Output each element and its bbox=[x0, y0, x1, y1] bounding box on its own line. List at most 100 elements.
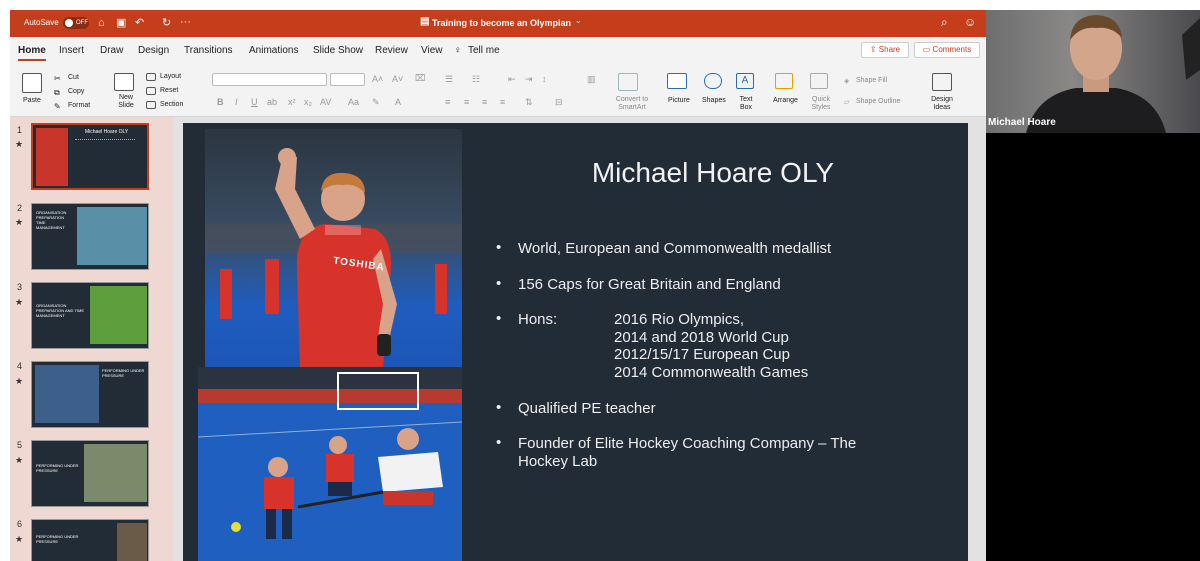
change-case-icon[interactable]: Aa bbox=[348, 97, 359, 107]
highlight-icon[interactable]: ✎ bbox=[372, 97, 380, 108]
tab-home[interactable]: Home bbox=[18, 45, 46, 61]
honour-item: 2014 Commonwealth Games bbox=[614, 363, 809, 381]
bullet-1[interactable]: • World, European and Commonwealth medall… bbox=[496, 239, 832, 257]
font-size-input[interactable] bbox=[330, 73, 365, 86]
bullet-5[interactable]: • Founder of Elite Hockey Coaching Compan… bbox=[496, 434, 856, 471]
shapes-button[interactable]: Shapes bbox=[702, 97, 726, 104]
quick-styles-button[interactable]: Quick Styles bbox=[810, 96, 832, 112]
thumbnail-title: Michael Hoare OLY bbox=[85, 129, 129, 135]
align-right-icon[interactable]: ≡ bbox=[482, 97, 487, 107]
convert-smartart-button[interactable]: Convert to SmartArt bbox=[612, 96, 652, 112]
tab-view[interactable]: View bbox=[421, 45, 443, 56]
comments-button[interactable]: ▭ Comments bbox=[914, 42, 980, 58]
thumbnail-2-image[interactable]: ORGANISATION PREPARATION TIME MANAGEMENT bbox=[31, 203, 149, 270]
redo-icon[interactable]: ↻ bbox=[162, 16, 171, 29]
arrange-icon[interactable] bbox=[775, 73, 793, 89]
paste-icon[interactable] bbox=[22, 73, 42, 93]
char-spacing-icon[interactable]: AV bbox=[320, 97, 331, 107]
tab-draw[interactable]: Draw bbox=[100, 45, 123, 56]
thumbnail-number: 5 bbox=[17, 440, 23, 450]
thumbnail-6-image[interactable]: PERFORMING UNDER PRESSURE bbox=[31, 519, 149, 561]
coaching-illustration bbox=[198, 367, 462, 539]
font-color-icon[interactable]: A bbox=[395, 97, 401, 107]
underline-icon[interactable]: U bbox=[251, 97, 258, 107]
font-name-input[interactable] bbox=[212, 73, 327, 86]
bullet-1-text: World, European and Commonwealth medalli… bbox=[518, 240, 832, 257]
autosave-toggle[interactable]: OFF bbox=[63, 17, 89, 29]
bullet-3[interactable]: • Hons: bbox=[496, 310, 557, 328]
undo-icon[interactable]: ↶ bbox=[135, 16, 144, 29]
arrange-button[interactable]: Arrange bbox=[773, 97, 798, 104]
increase-indent-icon[interactable]: ⇥ bbox=[525, 74, 533, 85]
superscript-icon[interactable]: x² bbox=[288, 97, 296, 107]
reset-button[interactable]: Reset bbox=[160, 87, 178, 94]
more-icon[interactable]: ··· bbox=[180, 16, 191, 28]
layout-button[interactable]: Layout bbox=[160, 73, 181, 80]
shapes-icon[interactable] bbox=[704, 73, 722, 89]
align-text-icon[interactable]: ⊟ bbox=[555, 97, 563, 108]
thumbnail-4-image[interactable]: PERFORMING UNDER PRESSURE bbox=[31, 361, 149, 428]
tab-review[interactable]: Review bbox=[375, 45, 408, 56]
font-shrink-icon[interactable]: A˅ bbox=[392, 74, 403, 84]
thumbnail-5-image[interactable]: PERFORMING UNDER PRESSURE bbox=[31, 440, 149, 507]
shape-outline-button[interactable]: Shape Outline bbox=[856, 98, 900, 105]
tab-transitions[interactable]: Transitions bbox=[184, 45, 233, 56]
bullet-4[interactable]: • Qualified PE teacher bbox=[496, 399, 656, 417]
font-grow-icon[interactable]: A˄ bbox=[372, 74, 383, 84]
text-box-icon[interactable]: A bbox=[736, 73, 754, 89]
slide-title[interactable]: Michael Hoare OLY bbox=[483, 157, 943, 189]
chevron-down-icon[interactable]: ⌄ bbox=[575, 16, 582, 25]
paste-button[interactable]: Paste bbox=[23, 97, 41, 104]
tab-animations[interactable]: Animations bbox=[249, 45, 298, 56]
bullet-2[interactable]: • 156 Caps for Great Britain and England bbox=[496, 275, 781, 293]
thumbnail-1-image[interactable]: Michael Hoare OLY bbox=[31, 123, 149, 190]
new-slide-icon[interactable] bbox=[114, 73, 134, 91]
strikethrough-icon[interactable]: ab bbox=[267, 97, 277, 107]
celebration-illustration bbox=[205, 148, 462, 367]
honours-list[interactable]: 2016 Rio Olympics, 2014 and 2018 World C… bbox=[614, 311, 808, 381]
format-painter-button[interactable]: Format bbox=[68, 102, 90, 109]
picture-button[interactable]: Picture bbox=[668, 97, 690, 104]
justify-icon[interactable]: ≡ bbox=[500, 97, 505, 107]
section-button[interactable]: Section bbox=[160, 101, 183, 108]
tell-me[interactable]: Tell me bbox=[468, 45, 500, 56]
search-icon[interactable]: ⌕ bbox=[941, 15, 948, 30]
columns-icon[interactable]: ▥ bbox=[587, 74, 596, 85]
home-icon[interactable]: ⌂ bbox=[98, 17, 105, 29]
text-direction-icon[interactable]: ⇅ bbox=[525, 97, 533, 108]
align-left-icon[interactable]: ≡ bbox=[445, 97, 450, 107]
shape-fill-button[interactable]: Shape Fill bbox=[856, 77, 887, 84]
cut-button[interactable]: Cut bbox=[68, 74, 79, 81]
clear-format-icon[interactable]: ⌧ bbox=[415, 73, 425, 84]
layout-icon bbox=[146, 73, 156, 81]
star-icon: ★ bbox=[15, 534, 24, 544]
smartart-icon[interactable] bbox=[618, 73, 638, 91]
document-title[interactable]: Training to become an Olympian bbox=[432, 18, 571, 28]
decrease-indent-icon[interactable]: ⇤ bbox=[508, 74, 516, 85]
subscript-icon[interactable]: x₂ bbox=[304, 97, 312, 107]
quick-styles-icon[interactable] bbox=[810, 73, 828, 89]
new-slide-button[interactable]: New Slide bbox=[116, 94, 136, 110]
smiley-icon[interactable]: ☺ bbox=[964, 15, 976, 29]
reset-icon bbox=[146, 87, 156, 95]
thumbnail-3-image[interactable]: ORGANISATION PREPARATION AND TIME MANAGE… bbox=[31, 282, 149, 349]
tab-slide-show[interactable]: Slide Show bbox=[313, 45, 363, 56]
picture-icon[interactable] bbox=[667, 73, 687, 89]
share-button[interactable]: ⇪ Share bbox=[861, 42, 909, 58]
line-spacing-icon[interactable]: ↕ bbox=[542, 74, 547, 84]
save-icon[interactable]: ▣ bbox=[116, 16, 126, 29]
thumbnail-number: 1 bbox=[17, 125, 23, 135]
italic-icon[interactable]: I bbox=[235, 97, 238, 107]
current-slide[interactable]: TOSHIBA Michael Hoare OLY • World, Europ… bbox=[183, 123, 968, 561]
design-ideas-icon[interactable] bbox=[932, 73, 952, 91]
tab-insert[interactable]: Insert bbox=[59, 45, 84, 56]
copy-button[interactable]: Copy bbox=[68, 88, 84, 95]
numbering-icon[interactable]: ☷ bbox=[472, 74, 480, 85]
align-center-icon[interactable]: ≡ bbox=[464, 97, 469, 107]
bold-icon[interactable]: B bbox=[217, 97, 224, 107]
text-box-button[interactable]: Text Box bbox=[738, 96, 754, 112]
design-ideas-button[interactable]: Design Ideas bbox=[928, 96, 956, 112]
tab-design[interactable]: Design bbox=[138, 45, 169, 56]
bullets-icon[interactable]: ☰ bbox=[445, 74, 453, 85]
copy-icon: ⧉ bbox=[54, 88, 60, 97]
